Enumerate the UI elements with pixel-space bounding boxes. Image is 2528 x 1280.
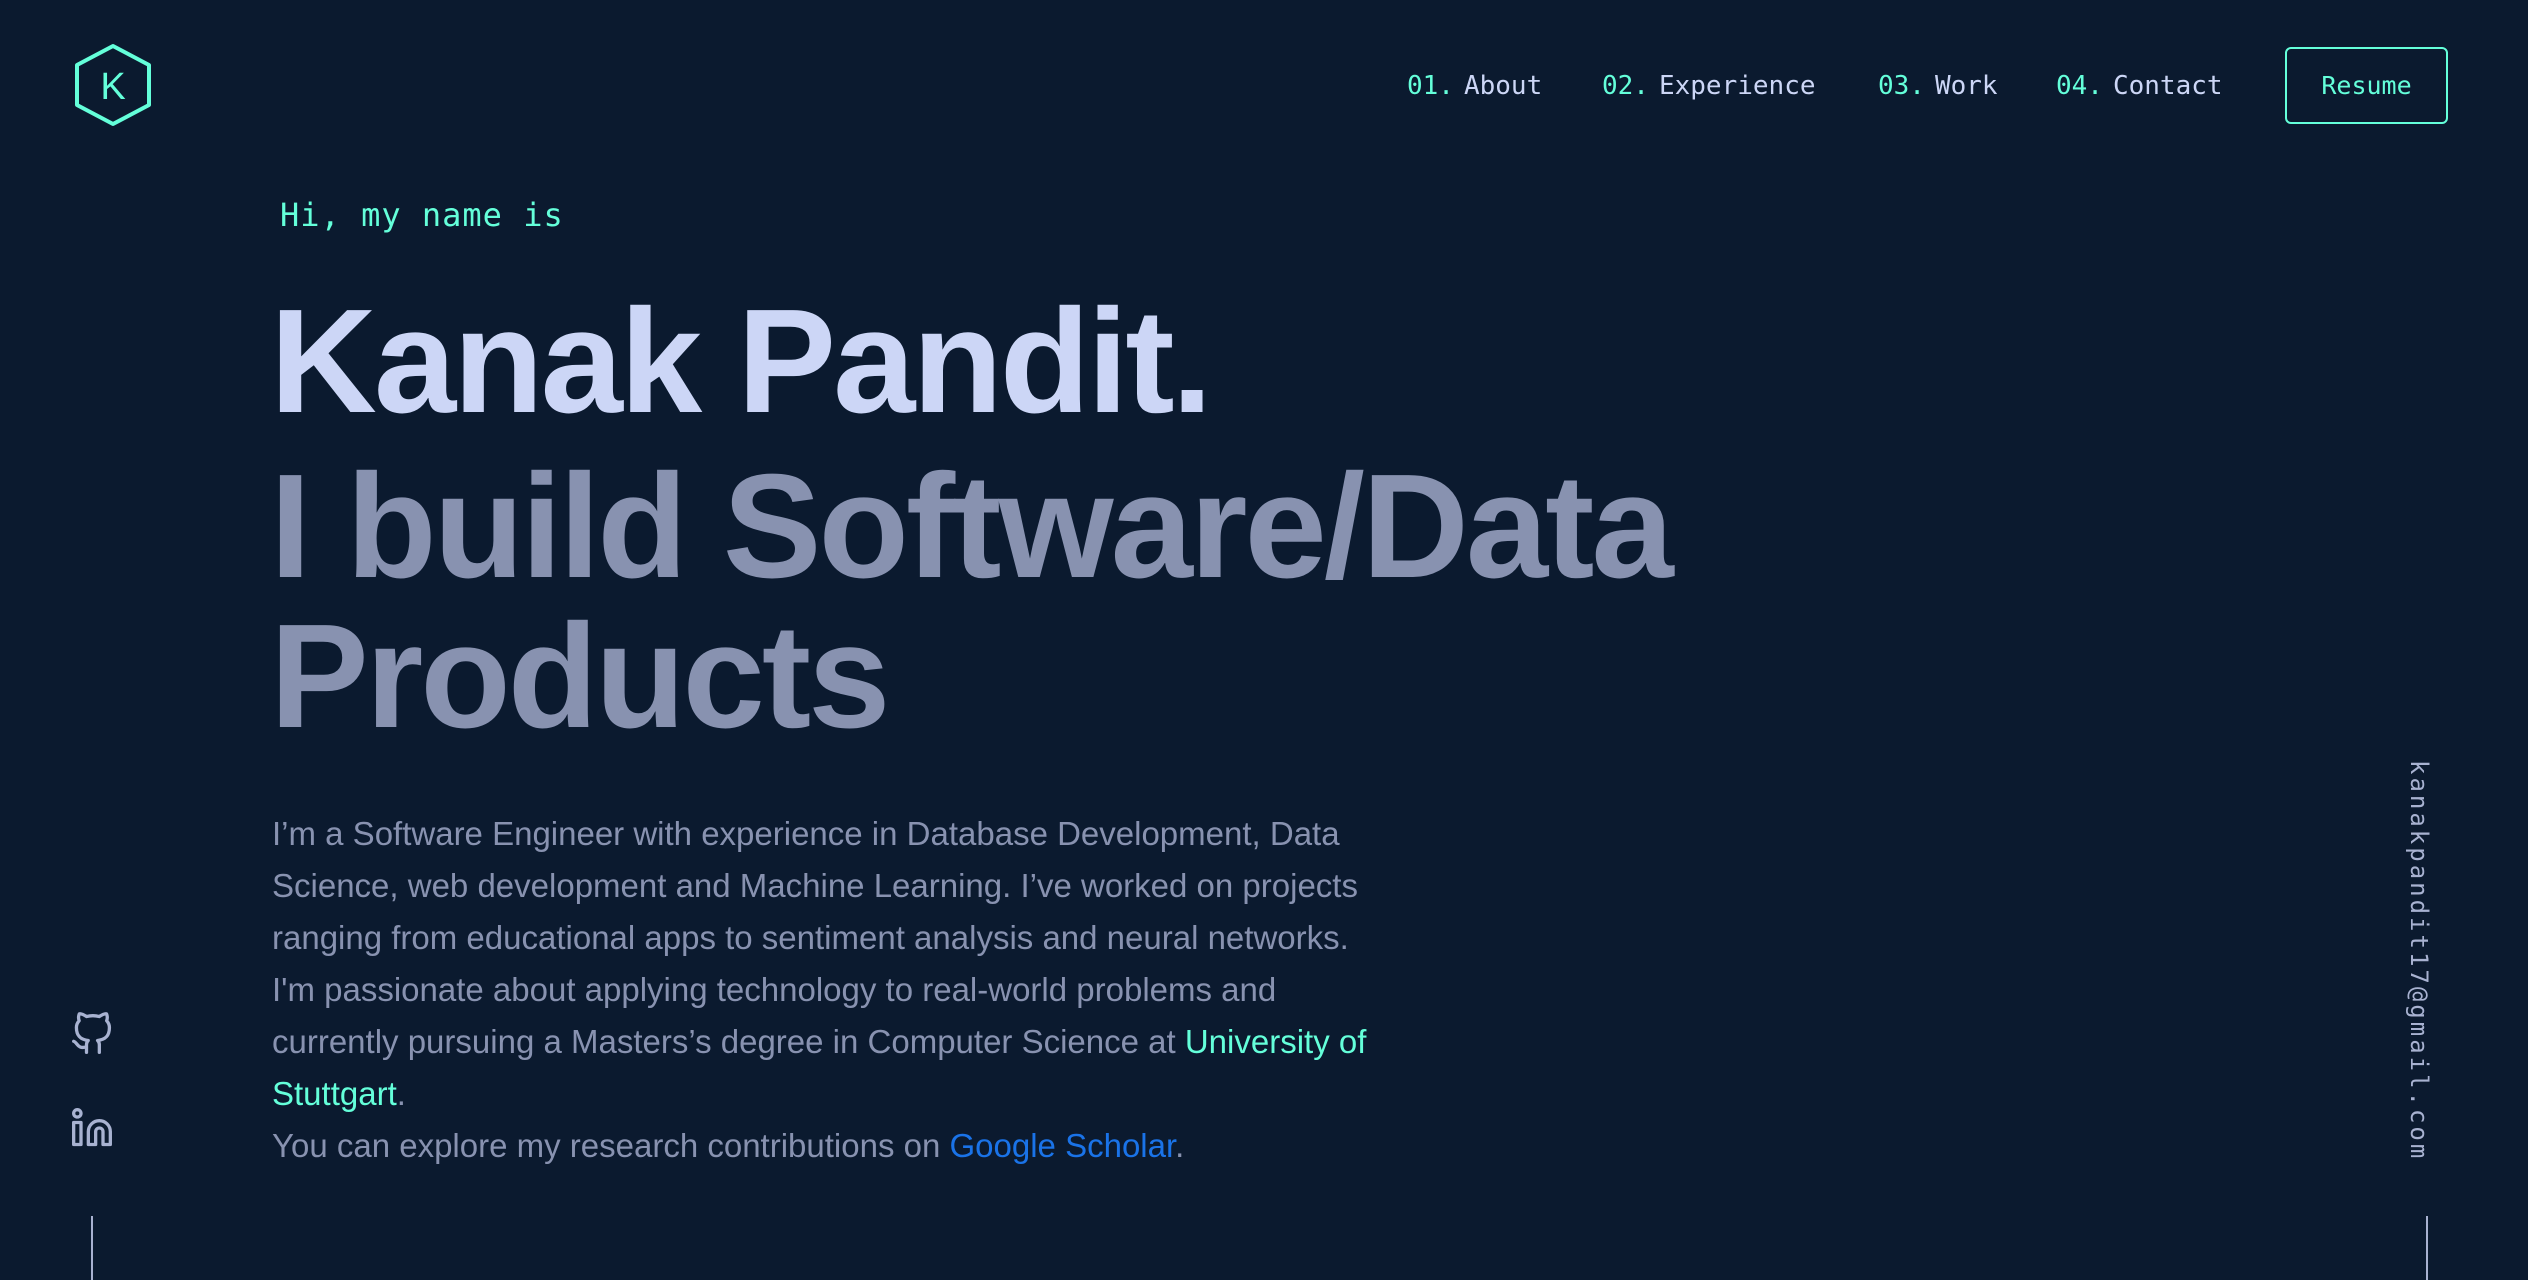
research-period: .	[1175, 1127, 1185, 1164]
linkedin-icon[interactable]	[70, 1106, 114, 1150]
resume-button[interactable]: Resume	[2285, 47, 2448, 124]
nav-contact-number: 04.	[2056, 71, 2103, 101]
nav-contact[interactable]: 04. Contact	[2056, 66, 2223, 106]
github-icon[interactable]	[70, 1012, 114, 1056]
nav-experience[interactable]: 02. Experience	[1602, 66, 1816, 106]
nav-about[interactable]: 01. About	[1407, 66, 1542, 106]
hero-bio: I’m a Software Engineer with experience …	[272, 808, 1392, 1172]
bio-period: .	[396, 1075, 406, 1112]
nav-experience-label: Experience	[1658, 71, 1816, 101]
research-text: You can explore my research contribution…	[272, 1127, 950, 1164]
hero-tagline: I build Software/Data Products	[270, 444, 1674, 759]
greeting-text: Hi, my name is	[280, 196, 564, 234]
nav-work[interactable]: 03. Work	[1878, 66, 1998, 106]
nav-experience-number: 02.	[1602, 71, 1649, 101]
nav-contact-label: Contact	[2112, 71, 2223, 101]
left-rail-line	[91, 1216, 93, 1280]
google-scholar-link[interactable]: Google Scholar	[950, 1127, 1176, 1164]
main-nav: 01. About 02. Experience 03. Work 04. Contac…	[0, 66, 2528, 106]
portfolio-page: K 01. About 02. Experience 03. Work 04. Cont…	[0, 0, 2528, 1280]
nav-about-label: About	[1463, 71, 1543, 101]
email-link[interactable]: kanakpandit17@gmail.com	[2405, 760, 2433, 1161]
hero-name: Kanak Pandit.	[270, 279, 1213, 444]
nav-work-label: Work	[1934, 71, 1998, 101]
nav-work-number: 03.	[1878, 71, 1925, 101]
right-rail-line	[2426, 1216, 2428, 1280]
nav-about-number: 01.	[1407, 71, 1454, 101]
